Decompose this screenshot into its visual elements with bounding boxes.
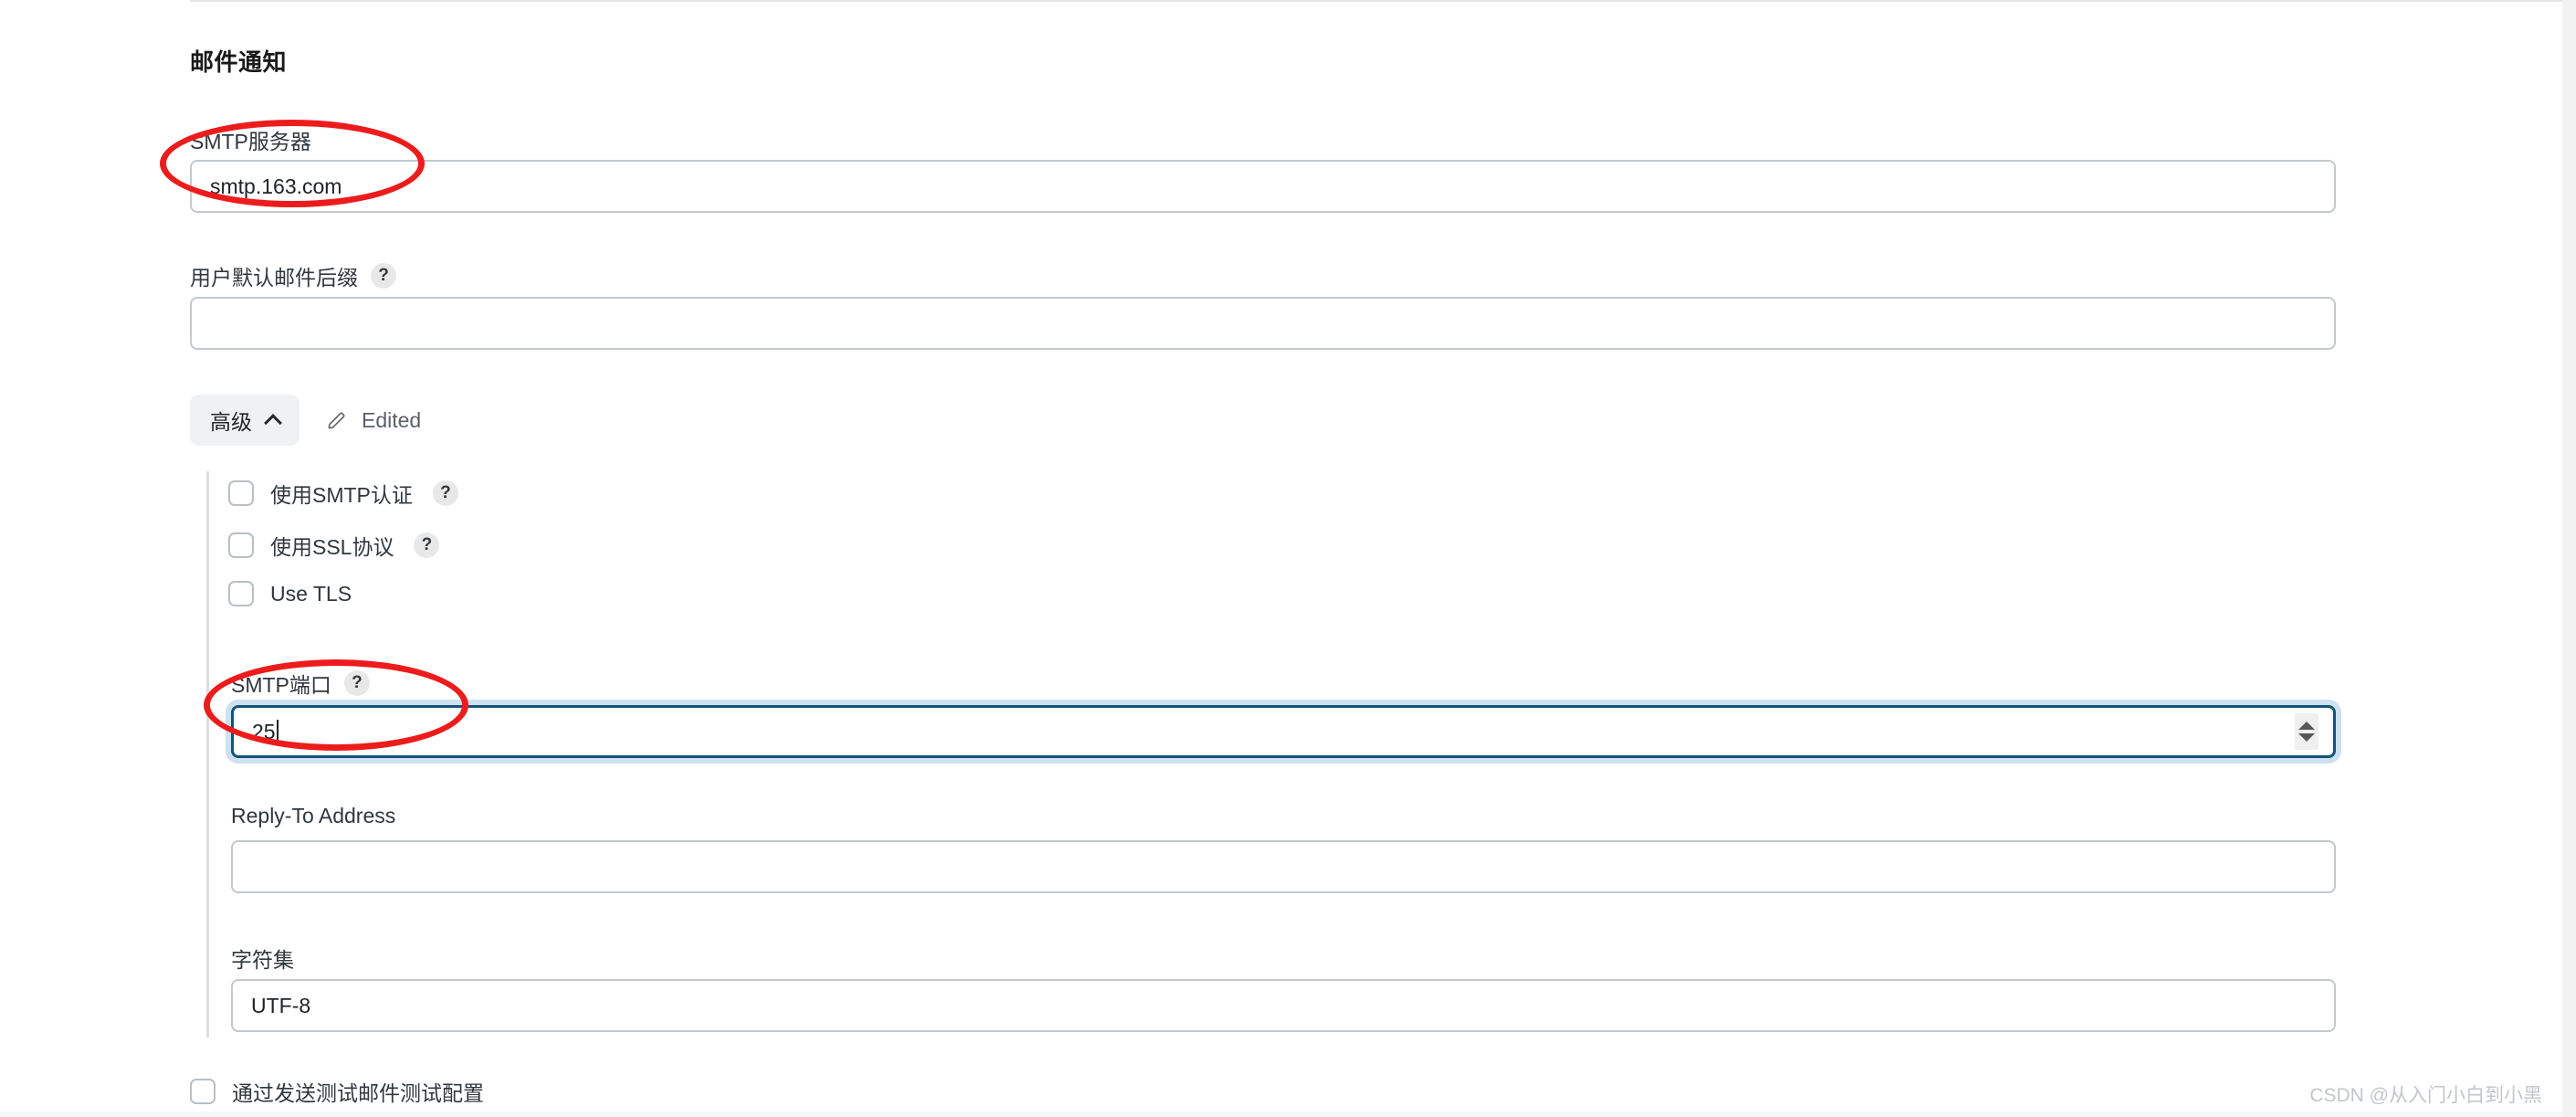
checkbox-ssl[interactable] [228,532,254,558]
edited-status: Edited [325,408,421,433]
checkbox-row-ssl[interactable]: 使用SSL协议 ? [228,530,440,561]
default-suffix-label-text: 用户默认邮件后缀 [190,266,358,290]
charset-value: UTF-8 [251,993,311,1017]
reply-to-input[interactable] [231,840,2336,893]
smtp-server-label-text: SMTP服务器 [190,130,311,153]
advanced-section-guide-line [206,471,209,1038]
smtp-server-label: SMTP服务器 [190,124,311,155]
stepper-up-icon[interactable] [2298,722,2315,730]
checkbox-tls[interactable] [228,581,254,606]
page-title: 邮件通知 [190,48,288,76]
reply-to-label-text: Reply-To Address [231,804,396,827]
checkbox-smtp-auth[interactable] [228,480,254,506]
charset-label: 字符集 [231,943,294,974]
charset-label-text: 字符集 [231,948,294,972]
advanced-toggle-button[interactable]: 高级 [190,395,300,446]
edited-status-label: Edited [362,407,422,432]
smtp-server-input[interactable]: smtp.163.com [190,160,2336,213]
chevron-up-icon [264,413,282,432]
panel-top-divider [190,0,2562,2]
checkbox-test-config[interactable] [190,1079,216,1104]
checkbox-tls-label: Use TLS [270,581,352,606]
number-stepper[interactable] [2295,713,2318,750]
advanced-toggle-label: 高级 [210,410,252,434]
email-notification-settings-page: 邮件通知 SMTP服务器 smtp.163.com 用户默认邮件后缀 ? 高级 [0,0,2576,1117]
settings-panel: 邮件通知 SMTP服务器 smtp.163.com 用户默认邮件后缀 ? 高级 [0,0,2562,1117]
help-icon[interactable]: ? [414,532,440,558]
checkbox-row-test-config[interactable]: 通过发送测试邮件测试配置 [190,1076,484,1107]
panel-left-margin [0,0,190,1117]
charset-input[interactable]: UTF-8 [231,979,2336,1032]
checkbox-row-tls[interactable]: Use TLS [228,581,352,606]
smtp-server-value: smtp.163.com [210,174,342,198]
reply-to-label: Reply-To Address [231,804,395,828]
help-icon[interactable]: ? [432,480,458,506]
checkbox-ssl-label: 使用SSL协议 [270,535,394,559]
checkbox-row-smtp-auth[interactable]: 使用SMTP认证 ? [228,478,458,509]
advanced-section-header: 高级 Edited [190,395,421,446]
panel-bottom-divider [0,1112,2562,1117]
pencil-icon [328,412,345,429]
default-suffix-label: 用户默认邮件后缀 ? [190,260,396,291]
smtp-port-input[interactable]: 25 [231,705,2336,758]
help-icon[interactable]: ? [371,263,396,289]
checkbox-smtp-auth-label: 使用SMTP认证 [270,483,413,507]
text-caret [276,719,279,744]
stepper-down-icon[interactable] [2298,733,2315,742]
help-icon[interactable]: ? [343,670,370,696]
smtp-port-label-text: SMTP端口 [231,673,331,697]
watermark: CSDN @从入门小白到小黑 [2309,1085,2542,1106]
checkbox-test-config-label: 通过发送测试邮件测试配置 [232,1081,484,1105]
default-suffix-input[interactable] [190,297,2336,350]
smtp-port-value: 25 [252,719,276,743]
smtp-port-label: SMTP端口 ? [231,668,370,699]
